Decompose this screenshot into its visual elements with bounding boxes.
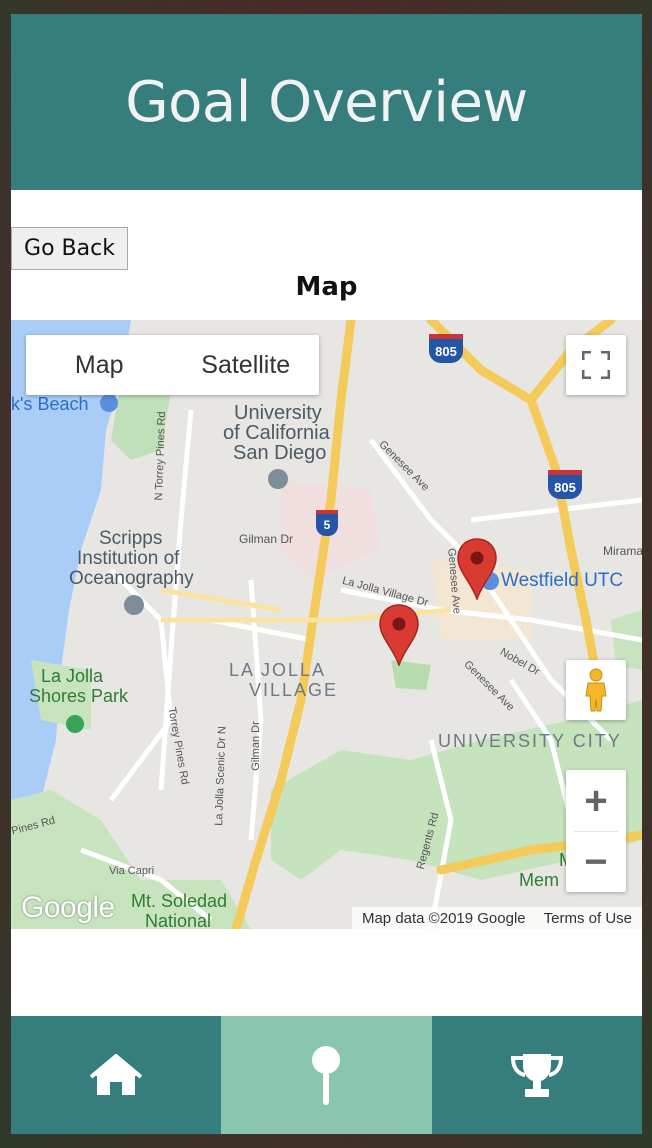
nav-tab-achievements[interactable] xyxy=(431,1016,642,1134)
map-type-control: Map Satellite xyxy=(26,335,319,395)
zoom-in-icon: + xyxy=(584,778,608,823)
map-label-street: Gilman Dr xyxy=(239,532,294,546)
map-label-la-jolla-shores: Shores Park xyxy=(29,686,129,706)
marker-village[interactable] xyxy=(379,604,419,666)
map-view[interactable]: k's Beach University of California San D… xyxy=(11,320,642,929)
map-section-title: Map xyxy=(295,272,358,302)
map-label-westfield: Westfield UTC xyxy=(501,570,624,591)
highway-shield-label: 805 xyxy=(554,479,576,495)
terms-of-use-link[interactable]: Terms of Use xyxy=(544,910,632,927)
map-label-la-jolla-shores: La Jolla xyxy=(41,666,104,686)
map-data-credit: Map data ©2019 Google xyxy=(361,909,526,927)
map-label-ucsd: San Diego xyxy=(233,442,327,464)
zoom-control: + − xyxy=(566,770,626,892)
map-label-soledad: National xyxy=(145,911,212,929)
school-icon xyxy=(124,595,144,615)
zoom-out-button[interactable]: − xyxy=(566,832,626,892)
highway-shield-label: 5 xyxy=(323,518,331,532)
go-back-button[interactable]: Go Back xyxy=(11,227,128,270)
map-label-memorial: Mem xyxy=(519,870,559,890)
fullscreen-button[interactable] xyxy=(566,335,626,395)
map-label-university-city: UNIVERSITY CITY xyxy=(438,731,622,751)
street-view-pegman-button[interactable] xyxy=(566,660,626,720)
map-label-village: VILLAGE xyxy=(249,680,339,700)
map-type-map-button[interactable]: Map xyxy=(26,335,173,395)
map-label-street: Mirama xyxy=(603,544,642,558)
map-label-scripps: Scripps xyxy=(99,528,163,549)
zoom-out-icon: − xyxy=(584,839,608,884)
map-label-village: LA JOLLA xyxy=(229,660,327,680)
map-pin-icon xyxy=(312,1046,341,1105)
map-label-soledad: Mt. Soledad xyxy=(131,891,228,911)
map-attribution: Map data ©2019 Google Terms of Use xyxy=(351,907,642,929)
trophy-icon xyxy=(510,1054,563,1097)
nav-tab-home[interactable] xyxy=(11,1016,222,1134)
pegman-icon xyxy=(585,668,607,712)
marker-westfield[interactable] xyxy=(457,538,497,600)
header-bar: Goal Overview xyxy=(11,14,642,190)
highway-shield-label: 805 xyxy=(435,343,457,359)
zoom-in-button[interactable]: + xyxy=(566,771,626,831)
highway-shield-5: 5 xyxy=(316,510,338,536)
park-icon xyxy=(66,715,84,733)
app-screen: Goal Overview Go Back Map k's Beach Univ… xyxy=(11,14,642,1134)
school-icon xyxy=(268,469,288,489)
page-title: Goal Overview xyxy=(125,69,528,135)
highway-shield-805: 805 xyxy=(548,470,582,499)
map-label-beach: k's Beach xyxy=(11,394,89,414)
landmark-icon xyxy=(100,394,118,412)
map-label-street: Gilman Dr xyxy=(249,721,262,771)
map-label-street: Via Capri xyxy=(109,865,155,877)
home-icon xyxy=(90,1054,143,1095)
highway-shield-805: 805 xyxy=(429,334,463,363)
map-label-scripps: Institution of xyxy=(77,548,180,569)
nav-tab-map[interactable] xyxy=(221,1016,432,1134)
fullscreen-icon xyxy=(582,351,610,379)
map-type-satellite-button[interactable]: Satellite xyxy=(173,335,320,395)
map-label-scripps: Oceanography xyxy=(69,568,194,589)
bottom-nav xyxy=(11,1016,642,1134)
google-logo: Google xyxy=(21,891,115,924)
